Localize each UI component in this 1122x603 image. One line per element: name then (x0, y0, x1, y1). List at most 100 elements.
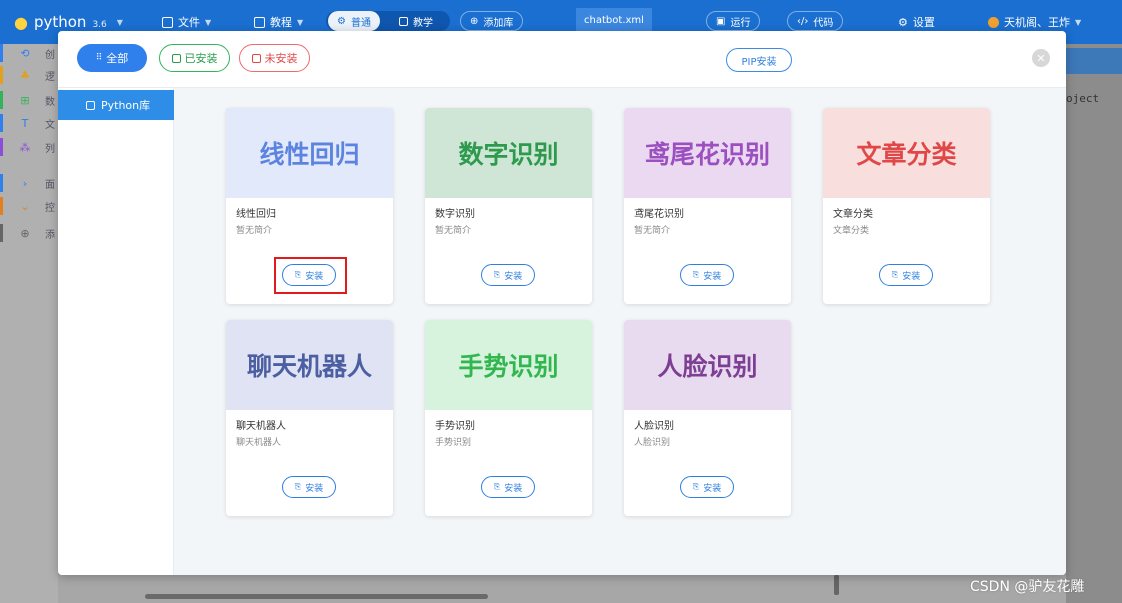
run-label: 运行 (730, 17, 751, 29)
category-color-bar (0, 66, 3, 84)
horizontal-scrollbar[interactable] (145, 594, 488, 599)
library-card-banner: 文章分类 (823, 108, 990, 198)
install-icon: ⎘ (294, 482, 302, 491)
library-description: 暂无简介 (435, 226, 472, 236)
category-item[interactable]: ⁂ 列 (0, 138, 58, 156)
filter-all-button[interactable]: ⠿ 全部 (77, 44, 147, 72)
library-card: 聊天机器人 聊天机器人 聊天机器人 ⎘ 安装 (226, 320, 393, 516)
python-logo-icon: ● (14, 12, 28, 32)
install-button[interactable]: ⎘ 安装 (481, 264, 535, 286)
teach-icon (399, 16, 408, 26)
add-library-button[interactable]: ⊕ 添加库 (460, 11, 524, 31)
library-card: 文章分类 文章分类 文章分类 ⎘ 安装 (823, 108, 990, 304)
filter-uninstalled-button[interactable]: 未安装 (239, 44, 310, 72)
category-label: 列 (45, 143, 55, 155)
category-icon: ⟲ (20, 46, 30, 60)
library-card-banner: 聊天机器人 (226, 320, 393, 410)
category-item[interactable]: ⌄ 控 (0, 197, 58, 215)
code-label: 代码 (813, 17, 834, 29)
category-icon: › (22, 176, 28, 190)
category-item[interactable]: ♣ 逻 (0, 66, 58, 84)
library-card: 人脸识别 人脸识别 人脸识别 ⎘ 安装 (624, 320, 791, 516)
category-label: 文 (45, 119, 55, 131)
category-color-bar (0, 224, 3, 242)
install-icon: ⎘ (692, 270, 700, 279)
mode-teach-label: 教学 (413, 17, 433, 29)
library-description: 手势识别 (435, 438, 472, 448)
code-fragment: oject (1066, 92, 1100, 105)
install-label: 安装 (703, 483, 722, 494)
mode-switch: ⚙ 普通 教学 (326, 11, 450, 31)
blocks-category-panel: ⟲ 创 ♣ 逻 ⊞ 数 T 文 ⁂ 列 › 面 ⌄ 控 ⊕ 添 (0, 44, 58, 603)
mode-teach-button[interactable]: 教学 (390, 11, 442, 31)
install-button[interactable]: ⎘ 安装 (481, 476, 535, 498)
file-menu-label: 文件 (178, 16, 200, 29)
code-button[interactable]: ‹/› 代码 (787, 11, 844, 31)
user-name: 天机阁、王炸 (1004, 16, 1070, 29)
category-label: 添 (45, 229, 55, 241)
filter-all-label: 全部 (106, 52, 129, 65)
pip-install-button[interactable]: PIP安装 (726, 48, 792, 72)
category-item[interactable]: T文 (0, 114, 58, 132)
library-card-banner: 鸢尾花识别 (624, 108, 791, 198)
install-button[interactable]: ⎘ 安装 (680, 264, 734, 286)
file-icon (162, 16, 173, 28)
install-button[interactable]: ⎘ 安装 (680, 476, 734, 498)
library-card-banner: 人脸识别 (624, 320, 791, 410)
install-icon: ⎘ (891, 270, 899, 279)
installed-icon (171, 53, 181, 63)
install-button[interactable]: ⎘ 安装 (282, 476, 336, 498)
install-button[interactable]: ⎘ 安装 (879, 264, 933, 286)
category-color-bar (0, 91, 3, 109)
file-tab-label: chatbot.xml (584, 14, 644, 26)
category-item[interactable]: ⊕ 添 (0, 224, 58, 242)
tutorial-icon (254, 16, 265, 28)
grid-icon: ⠿ (95, 53, 103, 63)
run-button[interactable]: ▣ 运行 (706, 11, 761, 31)
chevron-down-icon: ▼ (297, 17, 304, 27)
filter-installed-button[interactable]: 已安装 (159, 44, 230, 72)
category-label: 创 (45, 49, 55, 61)
library-name: 线性回归 (236, 209, 276, 220)
library-name: 手势识别 (435, 421, 475, 432)
watermark: CSDN @驴友花雕 (970, 579, 1085, 595)
library-icon (86, 100, 95, 110)
category-item[interactable]: ⟲ 创 (0, 44, 58, 62)
gears-icon: ⚙ (898, 15, 908, 29)
settings-label: 设置 (912, 16, 935, 29)
dialog-header: ⠿ 全部 已安装 未安装 PIP安装 ✕ (58, 31, 1066, 88)
filter-installed-label: 已安装 (184, 52, 218, 65)
library-name: 鸢尾花识别 (634, 209, 684, 220)
tutorial-menu-label: 教程 (270, 16, 292, 29)
library-manager-dialog: ⠿ 全部 已安装 未安装 PIP安装 ✕ Python库 线性回归 线性回归 暂无简… (58, 31, 1066, 575)
category-item[interactable]: ⊞ 数 (0, 91, 58, 109)
library-name: 数字识别 (435, 209, 475, 220)
sidebar-item-python-lib[interactable]: Python库 (58, 90, 174, 120)
category-item[interactable]: › 面 (0, 174, 58, 192)
install-label: 安装 (504, 483, 523, 494)
install-label: 安装 (703, 271, 722, 282)
install-label: 安装 (504, 271, 523, 282)
category-icon: ♣ (20, 68, 30, 82)
filter-uninstalled-label: 未安装 (264, 52, 298, 65)
vertical-scrollbar[interactable] (834, 575, 839, 595)
mode-normal-button[interactable]: ⚙ 普通 (328, 11, 380, 31)
gear-icon: ⚙ (337, 15, 346, 27)
category-icon: ⁂ (19, 140, 31, 154)
avatar (988, 16, 999, 28)
category-icon: ⌄ (20, 199, 30, 213)
chevron-down-icon: ▼ (116, 17, 123, 27)
highlight-box (274, 257, 347, 294)
uninstalled-icon (251, 53, 261, 63)
file-tab-chatbot[interactable]: chatbot.xml (576, 8, 652, 32)
close-icon[interactable]: ✕ (1032, 49, 1050, 67)
library-card-banner: 手势识别 (425, 320, 592, 410)
sidebar-item-label: Python库 (101, 99, 151, 112)
library-description: 暂无简介 (634, 226, 671, 236)
category-label: 控 (45, 202, 55, 214)
library-description: 聊天机器人 (236, 438, 282, 448)
category-color-bar (0, 44, 3, 62)
category-label: 数 (45, 96, 55, 108)
library-card-banner: 数字识别 (425, 108, 592, 198)
install-icon: ⎘ (692, 482, 700, 491)
